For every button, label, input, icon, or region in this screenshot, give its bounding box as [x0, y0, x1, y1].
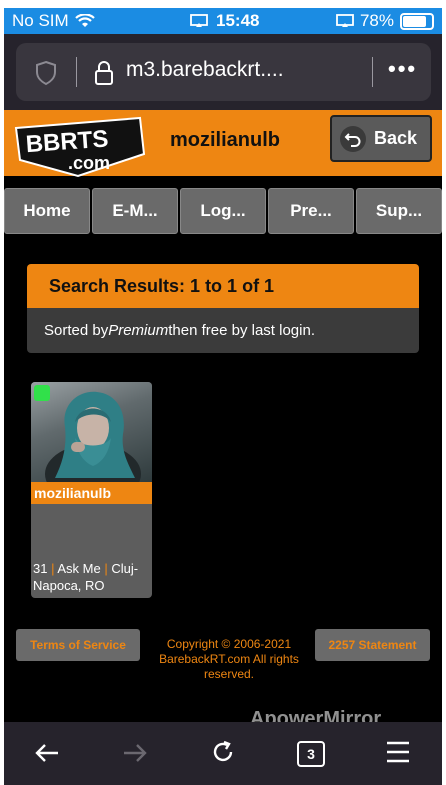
- nav-home[interactable]: Home: [4, 188, 90, 234]
- nav-support[interactable]: Sup...: [356, 188, 442, 234]
- profile-info: 31 | Ask Me | Cluj- Napoca, RO: [33, 560, 151, 594]
- clock: 15:48: [216, 11, 260, 30]
- sort-suffix: then free by last login.: [168, 322, 315, 339]
- wifi-icon: [74, 14, 95, 27]
- profile-age: 31: [33, 561, 48, 576]
- address-bar-divider: [76, 57, 77, 87]
- phone-screen: No SIM 15:48 78% m3.barebackrt.... ••• B…: [4, 8, 442, 785]
- forward-arrow-icon[interactable]: [122, 742, 148, 764]
- address-bar[interactable]: m3.barebackrt.... •••: [16, 43, 431, 101]
- copyright-text: Copyright © 2006-2021 BarebackRT.com All…: [159, 637, 299, 681]
- profile-name[interactable]: mozilianulb: [31, 482, 152, 504]
- battery-percent: 78%: [359, 11, 394, 30]
- screen-mirroring-icon-right: [336, 14, 354, 27]
- back-arrow-icon[interactable]: [34, 742, 60, 764]
- hamburger-menu-icon[interactable]: [386, 741, 410, 763]
- profile-card[interactable]: mozilianulb 31 | Ask Me | Cluj- Napoca, …: [31, 382, 152, 598]
- undo-arrow-icon: [340, 125, 366, 152]
- sort-prefix: Sorted by: [44, 322, 109, 339]
- search-results-panel: Search Results: 1 to 1 of 1 Sorted by Pr…: [27, 264, 419, 353]
- info-separator: |: [104, 561, 108, 576]
- logo-text-bottom: .com: [68, 153, 110, 173]
- sort-description: Sorted by Premium then free by last logi…: [27, 308, 419, 353]
- profile-location-part2: Napoca, RO: [33, 578, 105, 593]
- screen-mirroring-icon: [190, 14, 208, 27]
- shield-icon[interactable]: [34, 60, 58, 86]
- site-logo[interactable]: BBRTS .com: [12, 116, 148, 178]
- url-text[interactable]: m3.barebackrt....: [126, 58, 284, 82]
- lock-icon: [95, 61, 113, 85]
- online-indicator: [34, 385, 50, 401]
- back-button[interactable]: Back: [330, 115, 432, 162]
- status-bar: No SIM 15:48 78%: [4, 8, 442, 34]
- reload-icon[interactable]: [210, 739, 236, 765]
- back-button-label: Back: [374, 128, 418, 148]
- statement-2257-button[interactable]: 2257 Statement: [315, 629, 430, 661]
- browser-address-area: m3.barebackrt.... •••: [4, 34, 442, 110]
- page-title: mozilianulb: [170, 129, 280, 151]
- carrier-label: No SIM: [12, 11, 69, 30]
- main-nav: Home E-M... Log... Pre... Sup...: [4, 188, 442, 234]
- nav-premium[interactable]: Pre...: [268, 188, 354, 234]
- address-bar-divider-right: [372, 57, 373, 87]
- sort-premium: Premium: [108, 322, 169, 339]
- profile-location-part1: Cluj-: [111, 561, 139, 576]
- more-menu-icon[interactable]: •••: [388, 56, 417, 82]
- nav-email[interactable]: E-M...: [92, 188, 178, 234]
- profile-role: Ask Me: [57, 561, 101, 576]
- info-separator: |: [51, 561, 55, 576]
- nav-login[interactable]: Log...: [180, 188, 266, 234]
- tabs-count: 3: [307, 746, 315, 762]
- search-results-heading: Search Results: 1 to 1 of 1: [27, 264, 419, 308]
- battery-icon: [400, 12, 434, 30]
- tabs-count-button[interactable]: 3: [297, 741, 325, 767]
- browser-toolbar: 3: [4, 722, 442, 785]
- site-header: BBRTS .com mozilianulb Back: [4, 110, 442, 178]
- terms-of-service-button[interactable]: Terms of Service: [16, 629, 140, 661]
